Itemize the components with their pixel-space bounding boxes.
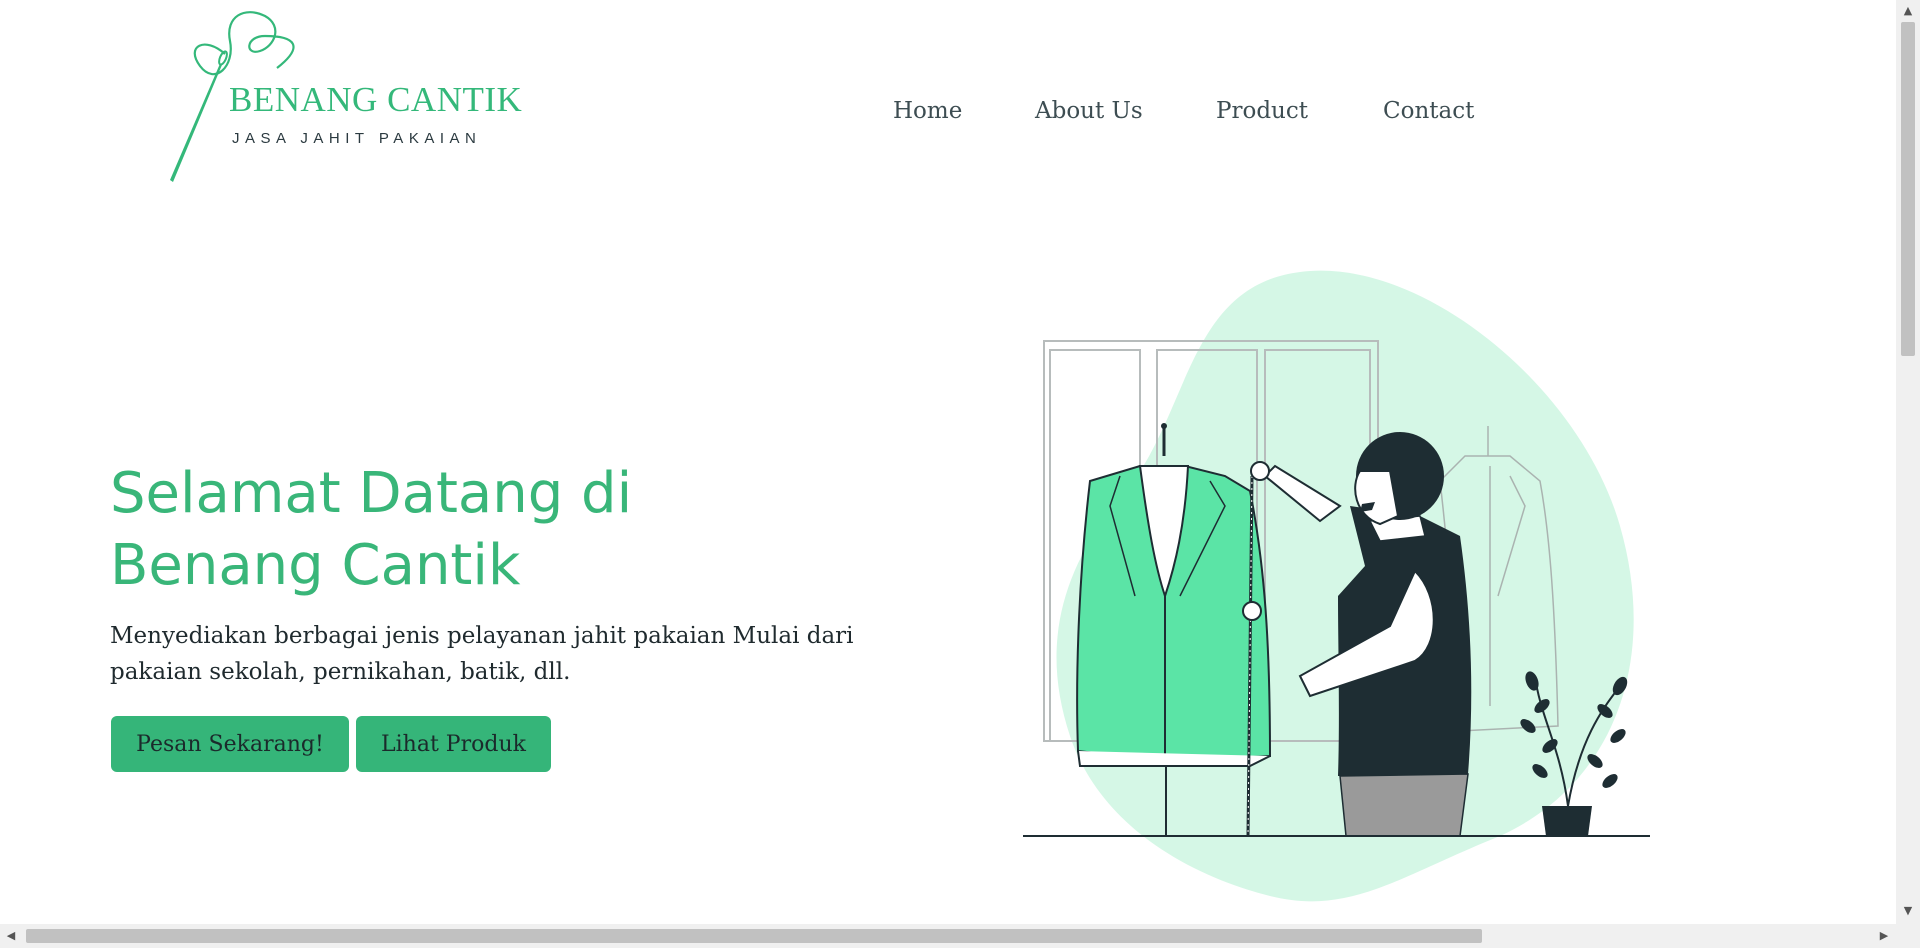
right-arrow-icon[interactable]: ▶ <box>1878 930 1890 942</box>
tailor-illustration <box>1023 270 1650 902</box>
brand-name: BENANG CANTIK <box>229 80 523 119</box>
hero-title-line2: Benang Cantik <box>110 533 521 598</box>
hero-description: Menyediakan berbagai jenis pelayanan jah… <box>110 623 854 685</box>
order-now-button[interactable]: Pesan Sekarang! <box>111 716 349 772</box>
hero-title: Selamat Datang di Benang Cantik <box>110 458 750 602</box>
horizontal-scroll-thumb[interactable] <box>26 929 1482 943</box>
left-arrow-icon[interactable]: ◀ <box>5 930 17 942</box>
page-viewport: BENANG CANTIK JASA JAHIT PAKAIAN Home Ab… <box>0 0 1896 924</box>
scrollbar-corner <box>1896 924 1920 948</box>
vertical-scroll-thumb[interactable] <box>1901 22 1915 356</box>
nav-home[interactable]: Home <box>893 98 962 124</box>
vertical-scrollbar[interactable]: ▲ ▼ <box>1896 0 1920 924</box>
view-products-button[interactable]: Lihat Produk <box>356 716 551 772</box>
hero-title-line1: Selamat Datang di <box>110 461 633 526</box>
brand-logo[interactable]: BENANG CANTIK JASA JAHIT PAKAIAN <box>165 6 522 184</box>
horizontal-scrollbar[interactable]: ◀ ▶ <box>0 924 1896 948</box>
nav-product[interactable]: Product <box>1216 98 1308 124</box>
nav-about-us[interactable]: About Us <box>1035 98 1143 124</box>
nav-contact[interactable]: Contact <box>1383 98 1474 124</box>
up-arrow-icon[interactable]: ▲ <box>1902 5 1914 17</box>
brand-tagline: JASA JAHIT PAKAIAN <box>232 130 482 147</box>
down-arrow-icon[interactable]: ▼ <box>1902 905 1914 917</box>
